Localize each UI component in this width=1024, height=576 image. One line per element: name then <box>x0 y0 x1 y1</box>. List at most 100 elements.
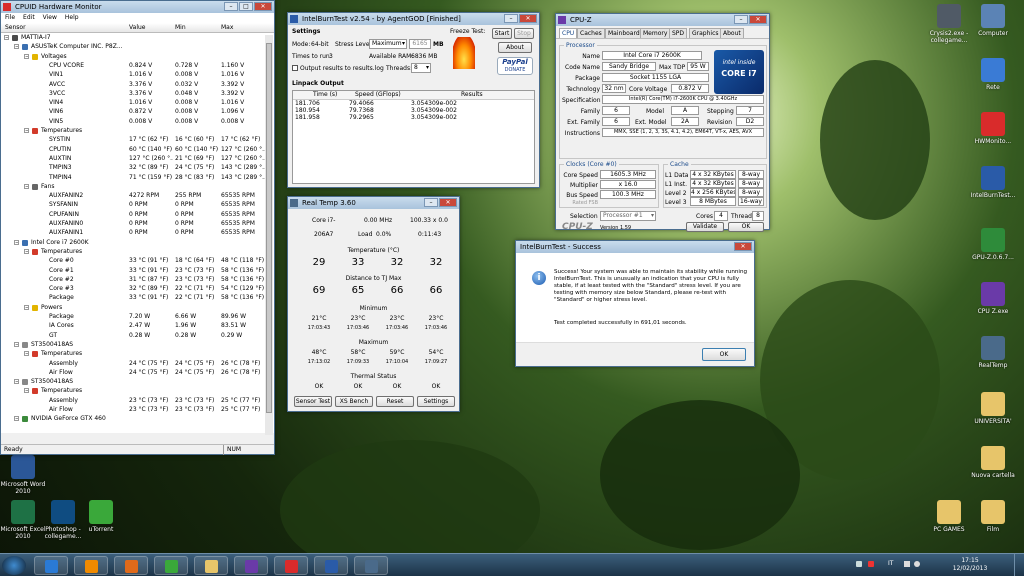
success-dialog[interactable]: IntelBurnTest - Success ✕ i Success! You… <box>515 240 755 367</box>
tab-graphics[interactable]: Graphics <box>689 28 722 38</box>
scrollbar[interactable] <box>265 35 273 435</box>
intelburntest-window[interactable]: IntelBurnTest v2.54 - by AgentGOD [Finis… <box>287 12 540 188</box>
sensor-tree[interactable]: − MATTIA-I7− ASUSTeK Computer INC. P8Z... −… <box>1 33 274 433</box>
tab-mainboard[interactable]: Mainboard <box>605 28 643 38</box>
tab-memory[interactable]: Memory <box>640 28 671 38</box>
taskbar-hwmonitor-button[interactable] <box>274 556 308 575</box>
maximize-button[interactable]: □ <box>239 2 253 11</box>
menu-view[interactable]: View <box>43 13 57 23</box>
cpuz-ok-button[interactable]: OK <box>728 222 764 232</box>
expand-toggle-icon[interactable]: − <box>14 44 19 50</box>
output-log-checkbox[interactable] <box>292 65 298 71</box>
expand-toggle-icon[interactable]: − <box>14 416 19 422</box>
clock[interactable]: 17:15 12/02/2013 <box>940 557 1000 573</box>
desktop-shortcut[interactable]: uTorrent <box>72 500 130 533</box>
tab-spd[interactable]: SPD <box>669 28 688 38</box>
threads-select[interactable]: 8 ▾ <box>411 63 431 73</box>
expand-toggle-icon[interactable]: − <box>14 239 19 245</box>
expand-toggle-icon[interactable]: − <box>24 183 29 189</box>
memory-size-field[interactable]: 6165 <box>409 39 431 49</box>
col-speed[interactable]: Speed (GFlops) <box>355 91 401 98</box>
paypal-donate-button[interactable]: PayPal DONATE <box>497 57 533 75</box>
desktop-shortcut[interactable]: Rete <box>964 58 1022 91</box>
tray-up-icon[interactable] <box>856 561 862 567</box>
taskbar-folder-button[interactable] <box>194 556 228 575</box>
xs-bench-button[interactable]: XS Bench <box>335 396 373 407</box>
cpuz-window[interactable]: CPU-Z – ✕ CPU Caches Mainboard Memory SPD Grap… <box>555 13 770 232</box>
expand-toggle-icon[interactable]: − <box>24 351 29 357</box>
expand-toggle-icon[interactable]: − <box>24 304 29 310</box>
ibt-titlebar[interactable]: IntelBurnTest v2.54 - by AgentGOD [Finis… <box>288 13 539 25</box>
expand-toggle-icon[interactable]: − <box>14 379 19 385</box>
stress-level-select[interactable]: Maximum ▾ <box>369 39 407 49</box>
desktop-shortcut[interactable]: Film <box>964 500 1022 533</box>
taskbar-firefox-button[interactable] <box>114 556 148 575</box>
close-button[interactable]: ✕ <box>734 242 752 251</box>
scrollbar-thumb[interactable] <box>266 43 272 413</box>
menu-file[interactable]: File <box>5 13 15 23</box>
reset-button[interactable]: Reset <box>376 396 414 407</box>
close-button[interactable]: ✕ <box>254 2 272 11</box>
desktop-shortcut[interactable]: HWMonito... <box>964 112 1022 145</box>
linpack-table[interactable]: Time (s) Speed (GFlops) Results 181.706 7… <box>292 90 535 184</box>
minimize-button[interactable]: – <box>424 198 438 207</box>
taskbar-internet-explorer-button[interactable] <box>34 556 68 575</box>
expand-toggle-icon[interactable]: − <box>4 35 9 40</box>
expand-toggle-icon[interactable]: − <box>24 388 29 394</box>
dialog-titlebar[interactable]: IntelBurnTest - Success ✕ <box>516 241 754 253</box>
network-icon[interactable] <box>904 561 910 567</box>
taskbar-cpu-z-button[interactable] <box>234 556 268 575</box>
hwmonitor-titlebar[interactable]: CPUID Hardware Monitor – □ ✕ <box>1 1 274 13</box>
dialog-ok-button[interactable]: OK <box>702 348 746 361</box>
col-value[interactable]: Value <box>129 23 145 33</box>
taskbar-start-orb-button[interactable] <box>2 556 26 575</box>
desktop-shortcut[interactable]: Nuova cartella <box>964 446 1022 479</box>
desktop-shortcut[interactable]: IntelBurnTest... <box>964 166 1022 199</box>
taskbar-realtemp-button[interactable] <box>354 556 388 575</box>
desktop-shortcut[interactable]: Computer <box>964 4 1022 37</box>
col-max[interactable]: Max <box>221 23 233 33</box>
desktop-shortcut[interactable]: UNIVERSITA' <box>964 392 1022 425</box>
close-button[interactable]: ✕ <box>519 14 537 23</box>
desktop-shortcut[interactable]: RealTemp <box>964 336 1022 369</box>
desktop-shortcut[interactable]: GPU-Z.0.6.7... <box>964 228 1022 261</box>
tab-about[interactable]: About <box>720 28 744 38</box>
processor-select[interactable]: Processor #1 ▾ <box>600 211 656 221</box>
taskbar-vlc-button[interactable] <box>74 556 108 575</box>
expand-toggle-icon[interactable]: − <box>24 128 29 133</box>
tab-caches[interactable]: Caches <box>577 28 605 38</box>
menu-help[interactable]: Help <box>65 13 79 23</box>
expand-toggle-icon[interactable]: − <box>14 341 19 347</box>
tray-flag-icon[interactable] <box>868 561 874 567</box>
col-sensor[interactable]: Sensor <box>5 23 26 33</box>
close-button[interactable]: ✕ <box>439 198 457 207</box>
cpuz-titlebar[interactable]: CPU-Z – ✕ <box>556 14 769 26</box>
about-button[interactable]: About <box>498 42 532 53</box>
hwmonitor-window[interactable]: CPUID Hardware Monitor – □ ✕ File Edit Vie… <box>0 0 275 455</box>
language-indicator[interactable]: IT <box>888 560 893 567</box>
menu-edit[interactable]: Edit <box>23 13 35 23</box>
volume-icon[interactable] <box>914 561 920 567</box>
start-button[interactable]: Start <box>492 28 512 39</box>
desktop-shortcut[interactable]: CPU Z.exe <box>964 282 1022 315</box>
stop-button[interactable]: Stop <box>514 28 534 39</box>
minimize-button[interactable]: – <box>734 15 748 24</box>
col-min[interactable]: Min <box>175 23 186 33</box>
sensor-test-button[interactable]: Sensor Test <box>294 396 332 407</box>
tab-cpu[interactable]: CPU <box>559 28 578 38</box>
desktop-shortcut[interactable]: Microsoft Word 2010 <box>0 455 52 495</box>
realtemp-titlebar[interactable]: Real Temp 3.60 – ✕ <box>288 197 459 209</box>
taskbar-utorrent-button[interactable] <box>154 556 188 575</box>
minimize-button[interactable]: – <box>224 2 238 11</box>
expand-toggle-icon[interactable]: − <box>24 53 29 59</box>
col-time[interactable]: Time (s) <box>313 91 337 98</box>
taskbar-intelburntest-button[interactable] <box>314 556 348 575</box>
expand-toggle-icon[interactable]: − <box>24 248 29 254</box>
validate-button[interactable]: Validate <box>686 222 724 232</box>
show-desktop-button[interactable] <box>1014 554 1024 576</box>
col-results[interactable]: Results <box>461 91 483 98</box>
close-button[interactable]: ✕ <box>749 15 767 24</box>
sensor-row[interactable]: − NVIDIA GeForce GTX 460 <box>1 414 259 424</box>
settings-button[interactable]: Settings <box>417 396 455 407</box>
minimize-button[interactable]: – <box>504 14 518 23</box>
